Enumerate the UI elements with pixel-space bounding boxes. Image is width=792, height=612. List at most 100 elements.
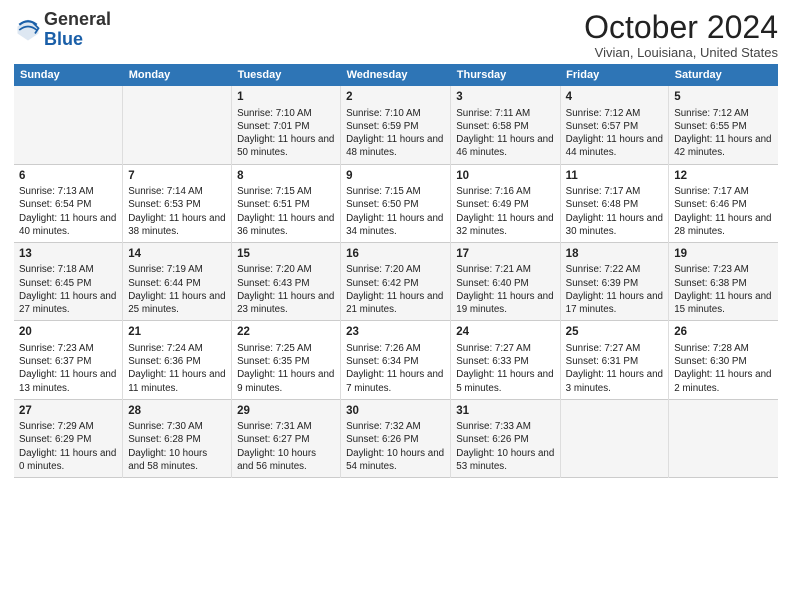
cell-text: Daylight: 11 hours and 38 minutes. bbox=[128, 212, 226, 238]
cell-text: Sunrise: 7:26 AM bbox=[346, 342, 445, 355]
cell-text: Daylight: 11 hours and 48 minutes. bbox=[346, 133, 445, 159]
cell-text: Daylight: 11 hours and 3 minutes. bbox=[566, 368, 664, 394]
calendar-header: SundayMondayTuesdayWednesdayThursdayFrid… bbox=[14, 64, 778, 86]
cell-text: Sunrise: 7:18 AM bbox=[19, 263, 117, 276]
cell-text: Sunset: 6:59 PM bbox=[346, 120, 445, 133]
cell-text: Daylight: 11 hours and 27 minutes. bbox=[19, 290, 117, 316]
cell-text: Sunrise: 7:19 AM bbox=[128, 263, 226, 276]
cell-text: Daylight: 11 hours and 25 minutes. bbox=[128, 290, 226, 316]
week-row-5: 27Sunrise: 7:29 AMSunset: 6:29 PMDayligh… bbox=[14, 399, 778, 477]
cell-text: Daylight: 11 hours and 42 minutes. bbox=[674, 133, 773, 159]
cell-text: Sunset: 6:39 PM bbox=[566, 277, 664, 290]
day-number: 9 bbox=[346, 169, 445, 185]
day-number: 29 bbox=[237, 404, 335, 420]
col-header-wednesday: Wednesday bbox=[341, 64, 451, 86]
cell-text: Daylight: 10 hours and 56 minutes. bbox=[237, 447, 335, 473]
cell-text: Sunset: 6:28 PM bbox=[128, 433, 226, 446]
cell-text: Sunset: 6:46 PM bbox=[674, 198, 773, 211]
cell-text: Sunrise: 7:23 AM bbox=[674, 263, 773, 276]
col-header-thursday: Thursday bbox=[451, 64, 560, 86]
page-header: General Blue October 2024 Vivian, Louisi… bbox=[14, 10, 778, 60]
cell-text: Daylight: 11 hours and 9 minutes. bbox=[237, 368, 335, 394]
cell-text: Daylight: 10 hours and 53 minutes. bbox=[456, 447, 554, 473]
cell-text: Sunrise: 7:15 AM bbox=[237, 185, 335, 198]
calendar-cell: 26Sunrise: 7:28 AMSunset: 6:30 PMDayligh… bbox=[669, 321, 778, 399]
cell-text: Daylight: 11 hours and 28 minutes. bbox=[674, 212, 773, 238]
cell-text: Daylight: 11 hours and 46 minutes. bbox=[456, 133, 554, 159]
cell-text: Sunrise: 7:12 AM bbox=[674, 107, 773, 120]
cell-text: Daylight: 11 hours and 2 minutes. bbox=[674, 368, 773, 394]
cell-text: Daylight: 11 hours and 50 minutes. bbox=[237, 133, 335, 159]
calendar-cell: 14Sunrise: 7:19 AMSunset: 6:44 PMDayligh… bbox=[123, 242, 232, 320]
cell-text: Sunset: 6:42 PM bbox=[346, 277, 445, 290]
cell-text: Sunset: 6:45 PM bbox=[19, 277, 117, 290]
cell-text: Sunrise: 7:21 AM bbox=[456, 263, 554, 276]
cell-text: Sunrise: 7:25 AM bbox=[237, 342, 335, 355]
calendar-cell: 4Sunrise: 7:12 AMSunset: 6:57 PMDaylight… bbox=[560, 86, 669, 164]
calendar-cell: 3Sunrise: 7:11 AMSunset: 6:58 PMDaylight… bbox=[451, 86, 560, 164]
cell-text: Daylight: 11 hours and 36 minutes. bbox=[237, 212, 335, 238]
calendar-cell: 28Sunrise: 7:30 AMSunset: 6:28 PMDayligh… bbox=[123, 399, 232, 477]
cell-text: Sunset: 7:01 PM bbox=[237, 120, 335, 133]
cell-text: Sunrise: 7:14 AM bbox=[128, 185, 226, 198]
cell-text: Sunrise: 7:11 AM bbox=[456, 107, 554, 120]
cell-text: Daylight: 11 hours and 5 minutes. bbox=[456, 368, 554, 394]
cell-text: Sunset: 6:33 PM bbox=[456, 355, 554, 368]
cell-text: Sunset: 6:55 PM bbox=[674, 120, 773, 133]
cell-text: Sunrise: 7:22 AM bbox=[566, 263, 664, 276]
calendar-table: SundayMondayTuesdayWednesdayThursdayFrid… bbox=[14, 64, 778, 478]
day-number: 31 bbox=[456, 404, 554, 420]
cell-text: Sunrise: 7:20 AM bbox=[237, 263, 335, 276]
day-number: 16 bbox=[346, 247, 445, 263]
day-number: 28 bbox=[128, 404, 226, 420]
calendar-cell: 27Sunrise: 7:29 AMSunset: 6:29 PMDayligh… bbox=[14, 399, 123, 477]
col-header-monday: Monday bbox=[123, 64, 232, 86]
col-header-tuesday: Tuesday bbox=[232, 64, 341, 86]
week-row-2: 6Sunrise: 7:13 AMSunset: 6:54 PMDaylight… bbox=[14, 164, 778, 242]
cell-text: Daylight: 11 hours and 17 minutes. bbox=[566, 290, 664, 316]
cell-text: Daylight: 10 hours and 54 minutes. bbox=[346, 447, 445, 473]
calendar-cell: 9Sunrise: 7:15 AMSunset: 6:50 PMDaylight… bbox=[341, 164, 451, 242]
logo-icon bbox=[14, 16, 42, 44]
calendar-cell: 16Sunrise: 7:20 AMSunset: 6:42 PMDayligh… bbox=[341, 242, 451, 320]
cell-text: Sunset: 6:50 PM bbox=[346, 198, 445, 211]
cell-text: Sunset: 6:27 PM bbox=[237, 433, 335, 446]
day-number: 3 bbox=[456, 90, 554, 106]
week-row-4: 20Sunrise: 7:23 AMSunset: 6:37 PMDayligh… bbox=[14, 321, 778, 399]
cell-text: Sunset: 6:48 PM bbox=[566, 198, 664, 211]
cell-text: Sunset: 6:51 PM bbox=[237, 198, 335, 211]
calendar-cell: 20Sunrise: 7:23 AMSunset: 6:37 PMDayligh… bbox=[14, 321, 123, 399]
day-number: 13 bbox=[19, 247, 117, 263]
cell-text: Sunrise: 7:24 AM bbox=[128, 342, 226, 355]
cell-text: Sunset: 6:37 PM bbox=[19, 355, 117, 368]
cell-text: Sunrise: 7:29 AM bbox=[19, 420, 117, 433]
calendar-cell bbox=[14, 86, 123, 164]
cell-text: Daylight: 11 hours and 34 minutes. bbox=[346, 212, 445, 238]
calendar-cell: 1Sunrise: 7:10 AMSunset: 7:01 PMDaylight… bbox=[232, 86, 341, 164]
day-number: 5 bbox=[674, 90, 773, 106]
calendar-cell: 7Sunrise: 7:14 AMSunset: 6:53 PMDaylight… bbox=[123, 164, 232, 242]
day-number: 10 bbox=[456, 169, 554, 185]
col-header-friday: Friday bbox=[560, 64, 669, 86]
cell-text: Sunrise: 7:23 AM bbox=[19, 342, 117, 355]
day-number: 7 bbox=[128, 169, 226, 185]
cell-text: Sunset: 6:49 PM bbox=[456, 198, 554, 211]
cell-text: Sunrise: 7:13 AM bbox=[19, 185, 117, 198]
day-number: 24 bbox=[456, 325, 554, 341]
day-number: 23 bbox=[346, 325, 445, 341]
cell-text: Sunrise: 7:20 AM bbox=[346, 263, 445, 276]
cell-text: Daylight: 11 hours and 15 minutes. bbox=[674, 290, 773, 316]
calendar-cell: 25Sunrise: 7:27 AMSunset: 6:31 PMDayligh… bbox=[560, 321, 669, 399]
day-number: 14 bbox=[128, 247, 226, 263]
day-number: 11 bbox=[566, 169, 664, 185]
cell-text: Sunrise: 7:32 AM bbox=[346, 420, 445, 433]
title-block: October 2024 Vivian, Louisiana, United S… bbox=[584, 10, 778, 60]
calendar-cell: 2Sunrise: 7:10 AMSunset: 6:59 PMDaylight… bbox=[341, 86, 451, 164]
calendar-cell bbox=[123, 86, 232, 164]
cell-text: Daylight: 11 hours and 23 minutes. bbox=[237, 290, 335, 316]
cell-text: Sunset: 6:30 PM bbox=[674, 355, 773, 368]
cell-text: Sunset: 6:54 PM bbox=[19, 198, 117, 211]
week-row-1: 1Sunrise: 7:10 AMSunset: 7:01 PMDaylight… bbox=[14, 86, 778, 164]
location: Vivian, Louisiana, United States bbox=[584, 45, 778, 60]
cell-text: Sunset: 6:44 PM bbox=[128, 277, 226, 290]
